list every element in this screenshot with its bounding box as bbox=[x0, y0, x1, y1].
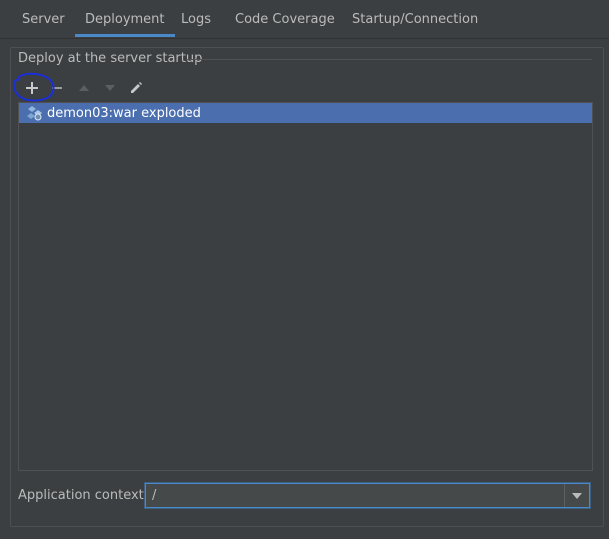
arrow-down-icon bbox=[105, 85, 115, 91]
chevron-down-icon bbox=[572, 492, 582, 499]
move-down-button[interactable] bbox=[98, 76, 122, 100]
edit-artifact-button[interactable] bbox=[124, 76, 148, 100]
tab-server[interactable]: Server bbox=[12, 0, 75, 36]
artifact-label: demon03:war exploded bbox=[47, 105, 201, 121]
pencil-icon bbox=[131, 82, 142, 93]
list-item[interactable]: demon03:war exploded bbox=[19, 103, 592, 123]
application-context-label: Application context: bbox=[18, 488, 149, 503]
artifact-war-exploded-icon bbox=[27, 106, 42, 121]
plus-icon bbox=[26, 82, 38, 94]
artifact-list[interactable]: demon03:war exploded bbox=[18, 102, 593, 471]
group-divider bbox=[186, 59, 592, 60]
deploy-toolbar bbox=[18, 76, 592, 100]
tab-deployment[interactable]: Deployment bbox=[75, 0, 175, 37]
add-artifact-button[interactable] bbox=[20, 76, 44, 100]
application-context-combobox[interactable] bbox=[145, 483, 590, 508]
application-context-input[interactable] bbox=[146, 484, 564, 507]
tab-code-coverage[interactable]: Code Coverage bbox=[225, 0, 345, 36]
tab-logs[interactable]: Logs bbox=[171, 0, 221, 36]
move-up-button[interactable] bbox=[72, 76, 96, 100]
deploy-group-title: Deploy at the server startup bbox=[18, 51, 203, 66]
dropdown-button[interactable] bbox=[564, 484, 589, 507]
remove-artifact-button[interactable] bbox=[46, 76, 70, 100]
tab-bar: Server Deployment Logs Code Coverage Sta… bbox=[0, 0, 609, 39]
minus-icon bbox=[52, 87, 62, 89]
arrow-up-icon bbox=[79, 85, 89, 91]
tab-startup-connection[interactable]: Startup/Connection bbox=[342, 0, 488, 36]
